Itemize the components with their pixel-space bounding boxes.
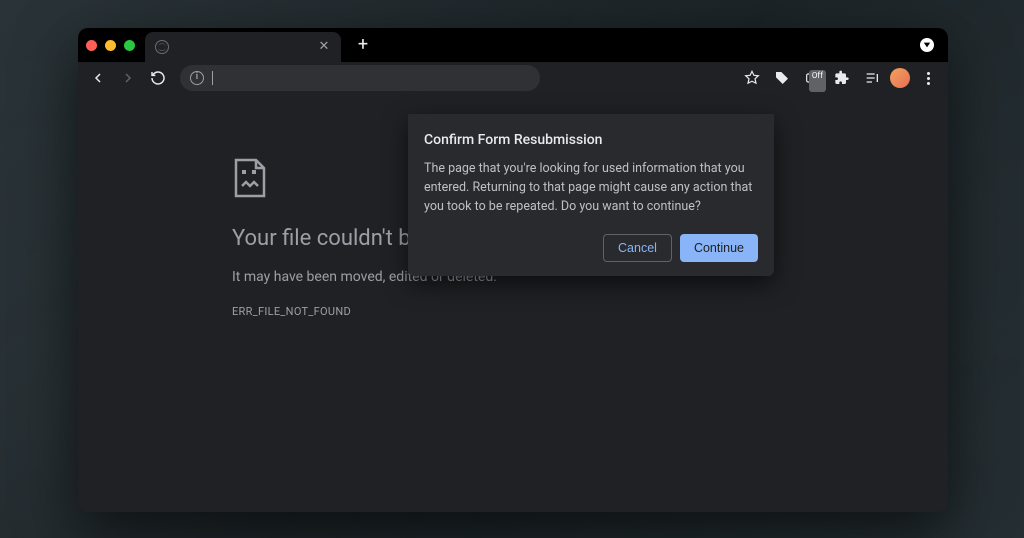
reading-list-icon[interactable] (860, 66, 884, 90)
forward-button[interactable] (116, 66, 140, 90)
dialog-actions: Cancel Continue (424, 234, 758, 262)
address-input[interactable] (221, 71, 530, 85)
error-code: ERR_FILE_NOT_FOUND (232, 305, 948, 318)
address-bar[interactable] (180, 65, 540, 91)
toolbar: Off (78, 62, 948, 94)
profile-avatar[interactable] (890, 68, 910, 88)
menu-button[interactable] (916, 66, 940, 90)
reload-button[interactable] (146, 66, 170, 90)
extension-badge-label: Off (809, 70, 826, 92)
browser-window: ✕ + Off (78, 28, 948, 512)
tab-bar: ✕ + (78, 28, 948, 62)
tabbar-action-icon[interactable] (920, 38, 934, 52)
dialog-title: Confirm Form Resubmission (424, 132, 758, 148)
back-button[interactable] (86, 66, 110, 90)
tag-icon[interactable] (770, 66, 794, 90)
window-minimize-button[interactable] (105, 40, 116, 51)
tab-close-button[interactable]: ✕ (317, 40, 331, 54)
extension-badge-icon[interactable]: Off (800, 66, 824, 90)
continue-button[interactable]: Continue (680, 234, 758, 262)
extensions-puzzle-icon[interactable] (830, 66, 854, 90)
window-maximize-button[interactable] (124, 40, 135, 51)
window-close-button[interactable] (86, 40, 97, 51)
new-tab-button[interactable]: + (351, 33, 375, 57)
text-cursor (212, 71, 213, 85)
cancel-button[interactable]: Cancel (603, 234, 672, 262)
globe-icon (155, 40, 169, 54)
bookmark-star-icon[interactable] (740, 66, 764, 90)
broken-file-icon (232, 158, 268, 198)
confirm-dialog: Confirm Form Resubmission The page that … (408, 114, 774, 276)
window-controls (86, 40, 135, 51)
browser-tab[interactable]: ✕ (145, 32, 341, 62)
dialog-body: The page that you're looking for used in… (424, 160, 758, 216)
kebab-icon (923, 68, 934, 89)
site-info-icon[interactable] (190, 71, 204, 85)
